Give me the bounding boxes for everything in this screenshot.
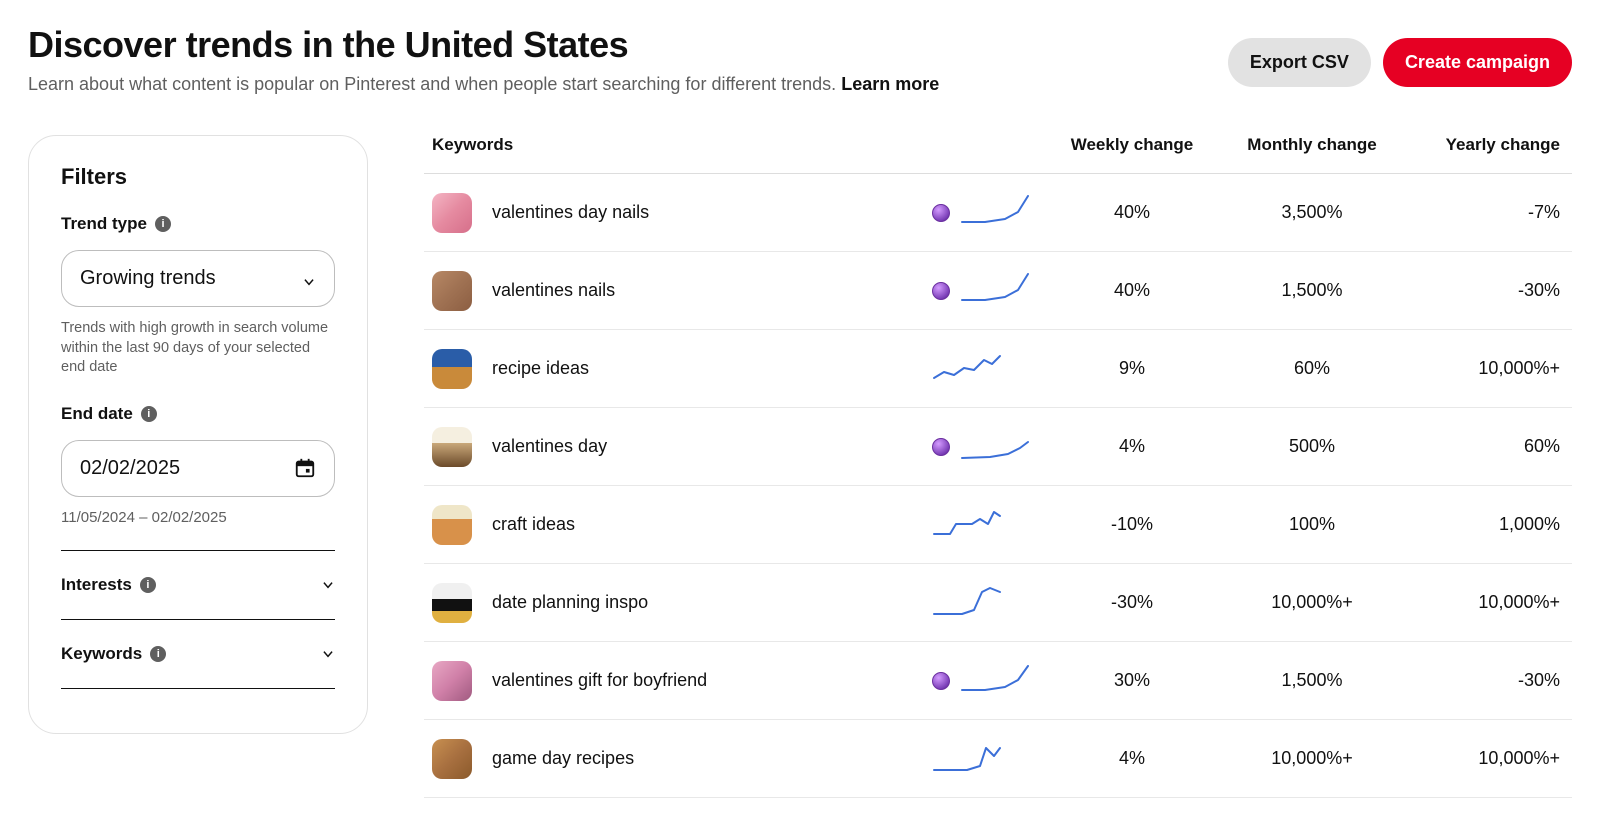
table-row[interactable]: recipe ideas 9%60%10,000%+ <box>424 330 1572 408</box>
sparkline <box>960 660 1030 701</box>
yearly-change: 60% <box>1402 436 1572 457</box>
info-icon: i <box>150 646 166 662</box>
keyword-text: valentines day nails <box>492 202 649 223</box>
keyword-text: recipe ideas <box>492 358 589 379</box>
trends-table: Keywords Weekly change Monthly change Ye… <box>424 135 1572 798</box>
monthly-change: 10,000%+ <box>1222 592 1402 613</box>
prediction-icon <box>932 672 950 690</box>
prediction-icon <box>932 282 950 300</box>
yearly-change: -7% <box>1402 202 1572 223</box>
trend-type-select[interactable]: Growing trends <box>61 250 335 307</box>
sparkline <box>932 738 1002 779</box>
chevron-down-icon <box>321 647 335 661</box>
keywords-accordion[interactable]: Keywords i <box>61 644 335 664</box>
yearly-change: 1,000% <box>1402 514 1572 535</box>
table-row[interactable]: craft ideas -10%100%1,000% <box>424 486 1572 564</box>
weekly-change: 40% <box>1042 202 1222 223</box>
keyword-text: date planning inspo <box>492 592 648 613</box>
monthly-change: 60% <box>1222 358 1402 379</box>
keyword-text: game day recipes <box>492 748 634 769</box>
keyword-text: valentines nails <box>492 280 615 301</box>
divider <box>61 550 335 551</box>
table-row[interactable]: date planning inspo-30%10,000%+10,000%+ <box>424 564 1572 642</box>
interests-accordion[interactable]: Interests i <box>61 575 335 595</box>
create-campaign-button[interactable]: Create campaign <box>1383 38 1572 87</box>
monthly-change: 1,500% <box>1222 670 1402 691</box>
table-row[interactable]: valentines day nails 40%3,500%-7% <box>424 174 1572 252</box>
sparkline <box>960 270 1030 311</box>
page-subtitle: Learn about what content is popular on P… <box>28 74 939 95</box>
col-header-monthly[interactable]: Monthly change <box>1222 135 1402 155</box>
sparkline <box>960 426 1030 467</box>
col-header-keywords[interactable]: Keywords <box>432 135 932 155</box>
divider <box>61 619 335 620</box>
sparkline <box>932 582 1002 623</box>
keyword-thumbnail <box>432 739 472 779</box>
weekly-change: 40% <box>1042 280 1222 301</box>
trend-type-label: Trend type i <box>61 214 335 234</box>
yearly-change: -30% <box>1402 670 1572 691</box>
info-icon[interactable]: i <box>141 406 157 422</box>
prediction-icon <box>932 204 950 222</box>
monthly-change: 500% <box>1222 436 1402 457</box>
keyword-text: valentines gift for boyfriend <box>492 670 707 691</box>
keyword-thumbnail <box>432 349 472 389</box>
keyword-thumbnail <box>432 583 472 623</box>
monthly-change: 100% <box>1222 514 1402 535</box>
sparkline <box>960 192 1030 233</box>
keyword-text: valentines day <box>492 436 607 457</box>
col-header-weekly[interactable]: Weekly change <box>1042 135 1222 155</box>
keyword-thumbnail <box>432 193 472 233</box>
prediction-icon <box>932 438 950 456</box>
yearly-change: 10,000%+ <box>1402 748 1572 769</box>
yearly-change: 10,000%+ <box>1402 358 1572 379</box>
table-row[interactable]: valentines gift for boyfriend 30%1,500%-3… <box>424 642 1572 720</box>
page-title: Discover trends in the United States <box>28 24 939 66</box>
weekly-change: 9% <box>1042 358 1222 379</box>
filters-heading: Filters <box>61 164 335 190</box>
sparkline <box>932 504 1002 545</box>
monthly-change: 3,500% <box>1222 202 1402 223</box>
calendar-icon <box>294 457 316 479</box>
date-range-text: 11/05/2024 – 02/02/2025 <box>61 509 335 526</box>
table-row[interactable]: game day recipes4%10,000%+10,000%+ <box>424 720 1572 798</box>
trend-type-help: Trends with high growth in search volume… <box>61 319 335 378</box>
export-csv-button[interactable]: Export CSV <box>1228 38 1371 87</box>
col-header-yearly[interactable]: Yearly change <box>1402 135 1572 155</box>
info-icon[interactable]: i <box>155 216 171 232</box>
weekly-change: -30% <box>1042 592 1222 613</box>
end-date-input[interactable]: 02/02/2025 <box>61 440 335 497</box>
monthly-change: 10,000%+ <box>1222 748 1402 769</box>
monthly-change: 1,500% <box>1222 280 1402 301</box>
info-icon: i <box>140 577 156 593</box>
learn-more-link[interactable]: Learn more <box>841 74 939 94</box>
keyword-text: craft ideas <box>492 514 575 535</box>
table-row[interactable]: valentines day 4%500%60% <box>424 408 1572 486</box>
keyword-thumbnail <box>432 661 472 701</box>
weekly-change: 30% <box>1042 670 1222 691</box>
weekly-change: -10% <box>1042 514 1222 535</box>
keyword-thumbnail <box>432 505 472 545</box>
end-date-label: End date i <box>61 404 335 424</box>
keyword-thumbnail <box>432 427 472 467</box>
chevron-down-icon <box>302 272 316 286</box>
chevron-down-icon <box>321 578 335 592</box>
filters-panel: Filters Trend type i Growing trends Tren… <box>28 135 368 734</box>
keyword-thumbnail <box>432 271 472 311</box>
weekly-change: 4% <box>1042 436 1222 457</box>
divider <box>61 688 335 689</box>
yearly-change: -30% <box>1402 280 1572 301</box>
table-row[interactable]: valentines nails 40%1,500%-30% <box>424 252 1572 330</box>
sparkline <box>932 348 1002 389</box>
yearly-change: 10,000%+ <box>1402 592 1572 613</box>
weekly-change: 4% <box>1042 748 1222 769</box>
